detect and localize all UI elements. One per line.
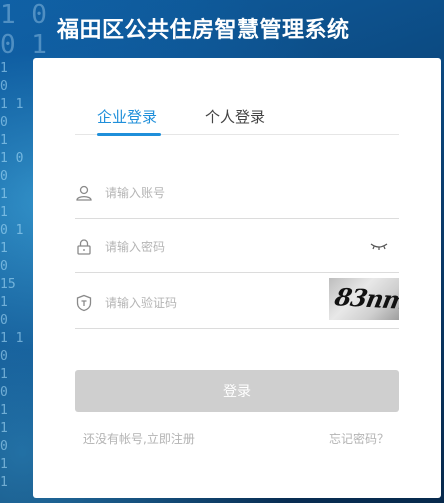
tab-enterprise-login[interactable]: 企业登录 <box>97 106 157 127</box>
app-title: 福田区公共住房智慧管理系统 <box>57 18 350 43</box>
login-card: 企业登录 个人登录 请输入账号 请输入验证码 83nm 登录 还没有帐号,立即注… <box>33 58 441 498</box>
login-button[interactable]: 登录 <box>75 370 399 412</box>
password-field-row <box>75 224 399 273</box>
active-tab-indicator <box>97 133 161 136</box>
background-digits: 101 1011 00110 1 1 0 15 1 0 1 101011011 <box>0 61 24 490</box>
captcha-image[interactable]: 83nm <box>329 278 399 320</box>
captcha-field-row: 83nm <box>75 278 399 329</box>
lock-icon <box>75 238 93 256</box>
background-digits-top: 1 00 1 <box>0 0 47 60</box>
password-input[interactable] <box>105 234 355 260</box>
user-icon <box>75 184 93 202</box>
forgot-password-link[interactable]: 忘记密码？ <box>329 430 389 447</box>
eye-closed-icon[interactable] <box>369 238 389 250</box>
captcha-input[interactable] <box>105 290 355 316</box>
account-input[interactable] <box>105 180 355 206</box>
tab-personal-login[interactable]: 个人登录 <box>205 106 265 127</box>
captcha-image-text: 83nm <box>332 282 399 315</box>
shield-icon <box>75 294 93 312</box>
register-link[interactable]: 还没有帐号,立即注册 <box>83 430 195 447</box>
account-field-row <box>75 170 399 219</box>
login-tabs: 企业登录 个人登录 <box>75 104 399 136</box>
